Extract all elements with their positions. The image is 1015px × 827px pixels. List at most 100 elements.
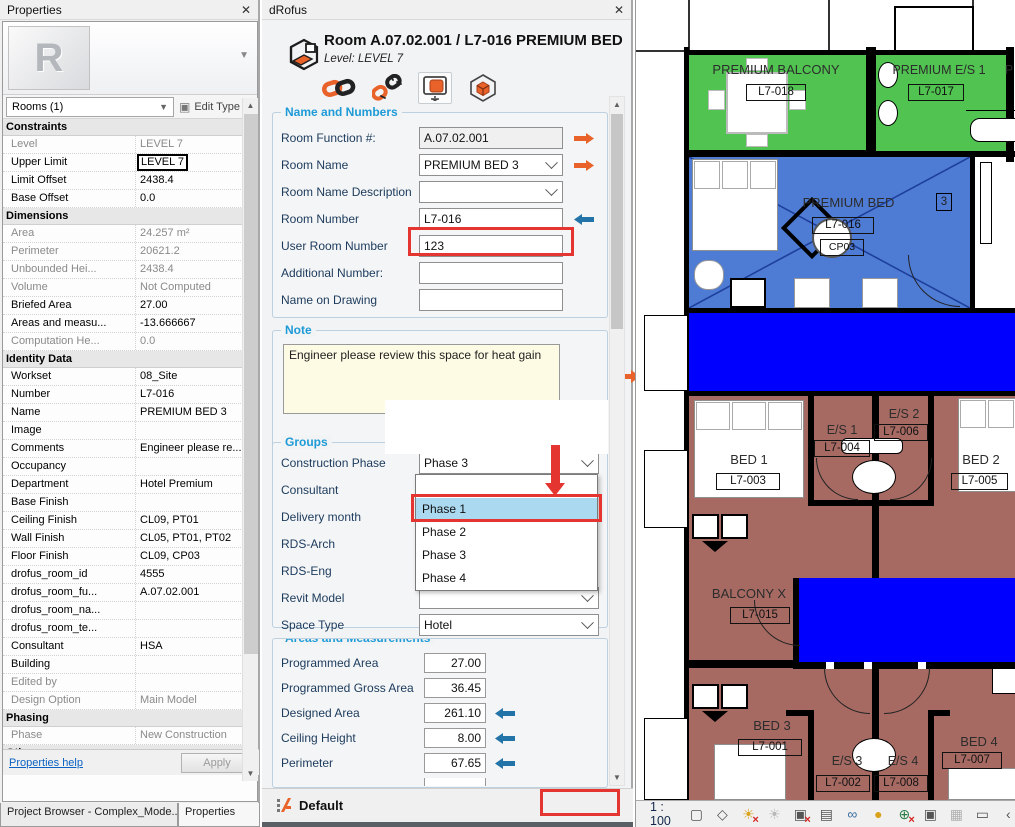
link-room-icon[interactable]: [322, 72, 356, 104]
property-row-floor-finish[interactable]: Floor FinishCL09, CP03: [3, 548, 257, 566]
property-value[interactable]: [136, 458, 257, 475]
property-section-phasing[interactable]: Phasing»: [3, 710, 257, 727]
property-row-image[interactable]: Image: [3, 422, 257, 440]
property-value[interactable]: [136, 620, 257, 637]
property-row-volume[interactable]: VolumeNot Computed: [3, 279, 257, 297]
edit-type-button[interactable]: ▣ Edit Type: [179, 100, 240, 114]
property-value[interactable]: [136, 674, 257, 691]
shadows-3d-icon[interactable]: ◇: [714, 806, 731, 823]
type-selector-combo[interactable]: Rooms (1) ▼: [6, 97, 174, 117]
property-value[interactable]: 2438.4: [136, 172, 257, 189]
chevron-down-icon[interactable]: [545, 156, 558, 169]
unlink-room-icon[interactable]: [370, 72, 404, 104]
chevron-down-icon[interactable]: [581, 616, 594, 629]
default-config-button[interactable]: Default: [276, 797, 343, 814]
construction-phase-dropdown[interactable]: Phase 1Phase 2Phase 3Phase 4: [415, 474, 598, 591]
property-value[interactable]: 08_Site: [136, 368, 257, 385]
properties-scrollbar[interactable]: ▲ ▼: [242, 98, 258, 781]
chevron-down-icon[interactable]: [545, 183, 558, 196]
property-row-computation-he[interactable]: Computation He...0.0: [3, 333, 257, 351]
chevron-down-icon[interactable]: [581, 454, 594, 467]
property-row-design-option[interactable]: Design OptionMain Model: [3, 692, 257, 710]
room-tag[interactable]: L7-018: [746, 84, 806, 101]
room-label[interactable]: PREMIUM BALCONY: [696, 62, 856, 77]
property-value[interactable]: PREMIUM BED 3: [136, 404, 257, 421]
input-additional-number[interactable]: [419, 262, 563, 284]
reveal-hidden-elements-icon[interactable]: ∞: [844, 806, 861, 823]
input-ceiling-height[interactable]: 8.00: [424, 728, 486, 748]
crop-view-icon[interactable]: ▣×: [792, 806, 809, 823]
property-value[interactable]: [136, 422, 257, 439]
property-row-comments[interactable]: CommentsEngineer please re...: [3, 440, 257, 458]
pull-from-revit-arrow-icon[interactable]: [573, 213, 595, 226]
close-icon[interactable]: ✕: [241, 3, 251, 17]
property-section-constraints[interactable]: Constraints»: [3, 119, 257, 136]
dropdown-option-phase-2[interactable]: Phase 2: [416, 521, 597, 544]
tab-project-browser[interactable]: Project Browser - Complex_Mode...: [0, 803, 178, 827]
pull-from-revit-arrow-icon[interactable]: [494, 757, 516, 770]
scrollbar-thumb[interactable]: [611, 114, 623, 329]
push-to-drofus-arrow-icon[interactable]: [573, 132, 595, 145]
close-icon[interactable]: ✕: [614, 3, 624, 17]
property-value[interactable]: 20621.2: [136, 243, 257, 260]
room-tag[interactable]: L7-003: [716, 473, 780, 490]
property-value[interactable]: LEVEL 7: [136, 136, 257, 153]
room-label[interactable]: E/S 2: [876, 407, 932, 421]
input-room-function[interactable]: A.07.02.001: [419, 127, 563, 149]
property-row-perimeter[interactable]: Perimeter20621.2: [3, 243, 257, 261]
property-value[interactable]: LEVEL 7: [136, 154, 257, 171]
room-label[interactable]: E/S 3: [820, 754, 874, 768]
property-value[interactable]: [136, 494, 257, 511]
property-row-unbounded-hei[interactable]: Unbounded Hei...2438.4: [3, 261, 257, 279]
room-label[interactable]: BED 3: [740, 718, 804, 733]
property-row-briefed-area[interactable]: Briefed Area27.00: [3, 297, 257, 315]
input-name-on-drawing[interactable]: [419, 289, 563, 311]
dropdown-option-phase-3[interactable]: Phase 3: [416, 544, 597, 567]
scroll-up-icon[interactable]: ▲: [610, 97, 624, 112]
property-value[interactable]: Main Model: [136, 692, 257, 709]
room-tag[interactable]: L7-008: [874, 775, 928, 792]
property-row-number[interactable]: NumberL7-016: [3, 386, 257, 404]
worksharing-display-icon[interactable]: ⊕×: [896, 806, 913, 823]
property-value-selected[interactable]: LEVEL 7: [137, 154, 188, 171]
property-row-department[interactable]: DepartmentHotel Premium: [3, 476, 257, 494]
property-value[interactable]: 0.0: [136, 190, 257, 207]
property-row-phase[interactable]: PhaseNew Construction: [3, 727, 257, 745]
finish-tag[interactable]: CP03: [820, 239, 864, 256]
property-row-level[interactable]: LevelLEVEL 7: [3, 136, 257, 154]
property-value[interactable]: [136, 602, 257, 619]
property-row-drofus-room-fu[interactable]: drofus_room_fu...A.07.02.001: [3, 584, 257, 602]
property-value[interactable]: -13.666667: [136, 315, 257, 332]
property-row-drofus-room-id[interactable]: drofus_room_id4555: [3, 566, 257, 584]
property-row-building[interactable]: Building: [3, 656, 257, 674]
property-row-occupancy[interactable]: Occupancy: [3, 458, 257, 476]
push-to-drofus-arrow-icon[interactable]: [573, 159, 595, 172]
property-value[interactable]: L7-016: [136, 386, 257, 403]
floor-plan-view[interactable]: PREMIUM BALCONY L7-018 PREMIUM E/S 1 P L…: [636, 0, 1015, 800]
corridor[interactable]: [798, 578, 1015, 662]
property-row-drofus-room-na[interactable]: drofus_room_na...: [3, 602, 257, 620]
analytical-model-icon[interactable]: ▦: [948, 806, 965, 823]
properties-titlebar[interactable]: Properties ✕: [0, 0, 258, 20]
room-label[interactable]: BED 1: [716, 452, 782, 467]
property-row-drofus-room-te[interactable]: drofus_room_te...: [3, 620, 257, 638]
property-value[interactable]: HSA: [136, 638, 257, 655]
scroll-up-icon[interactable]: ▲: [243, 98, 258, 113]
temporary-hide-isolate-icon[interactable]: ●: [870, 806, 887, 823]
sun-path-icon[interactable]: ☀×: [740, 806, 757, 823]
corridor[interactable]: [689, 313, 1015, 391]
combo-room-name[interactable]: PREMIUM BED 3: [419, 154, 563, 176]
room-label[interactable]: BED 4: [946, 734, 1012, 749]
displacement-sets-icon[interactable]: ▣: [922, 806, 939, 823]
property-value[interactable]: 27.00: [136, 297, 257, 314]
room-tag[interactable]: L7-017: [908, 84, 964, 101]
room-label[interactable]: BED 2: [950, 452, 1012, 467]
property-row-wall-finish[interactable]: Wall FinishCL05, PT01, PT02: [3, 530, 257, 548]
property-value[interactable]: 2438.4: [136, 261, 257, 278]
room-tag[interactable]: L7-004: [814, 440, 870, 457]
property-row-ceiling-finish[interactable]: Ceiling FinishCL09, PT01: [3, 512, 257, 530]
property-row-edited-by[interactable]: Edited by: [3, 674, 257, 692]
property-value[interactable]: New Construction: [136, 727, 257, 744]
room-tag[interactable]: L7-015: [730, 607, 790, 624]
property-row-base-finish[interactable]: Base Finish: [3, 494, 257, 512]
